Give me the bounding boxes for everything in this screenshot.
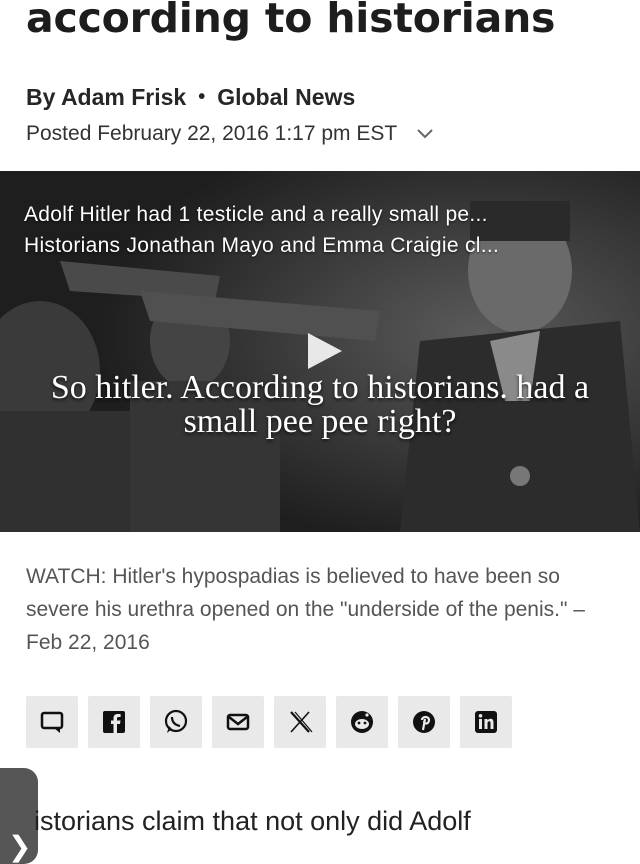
side-drawer-tab[interactable]: ❯	[0, 768, 38, 864]
video-player[interactable]: Adolf Hitler had 1 testicle and a really…	[0, 171, 640, 532]
share-facebook-button[interactable]	[88, 696, 140, 748]
share-email-button[interactable]	[212, 696, 264, 748]
source-link[interactable]: Global News	[217, 84, 355, 111]
headline: according to historians	[26, 0, 556, 42]
video-caption-overlay: So hitler. According to historians. had …	[50, 369, 590, 440]
chevron-right-icon: ❯	[8, 830, 32, 863]
reddit-icon	[351, 711, 373, 733]
share-reddit-button[interactable]	[336, 696, 388, 748]
article-body-first-line: istorians claim that not only did Adolf	[34, 806, 471, 836]
share-linkedin-button[interactable]	[460, 696, 512, 748]
pinterest-icon	[413, 711, 435, 733]
comment-icon	[40, 711, 64, 733]
video-title[interactable]: Adolf Hitler had 1 testicle and a really…	[24, 199, 622, 261]
video-caption: WATCH: Hitler's hypospadias is believed …	[26, 565, 585, 654]
video-title-line-1: Adolf Hitler had 1 testicle and a really…	[24, 203, 488, 226]
play-icon[interactable]	[304, 331, 344, 371]
chevron-down-icon[interactable]	[415, 124, 435, 144]
share-whatsapp-button[interactable]	[150, 696, 202, 748]
x-icon	[290, 711, 313, 733]
share-bar	[26, 696, 512, 748]
byline-separator: •	[198, 86, 206, 108]
linkedin-icon	[475, 711, 497, 733]
author-link[interactable]: By Adam Frisk	[26, 84, 186, 111]
comment-button[interactable]	[26, 696, 78, 748]
facebook-icon	[103, 711, 125, 733]
posted-text: Posted February 22, 2016 1:17 pm EST	[26, 122, 398, 145]
whatsapp-icon	[164, 709, 188, 733]
posted-date: Posted February 22, 2016 1:17 pm EST	[26, 122, 435, 146]
share-x-button[interactable]	[274, 696, 326, 748]
video-title-line-2: Historians Jonathan Mayo and Emma Craigi…	[24, 234, 500, 257]
email-icon	[226, 713, 250, 731]
byline: By Adam Frisk • Global News	[26, 84, 355, 111]
share-pinterest-button[interactable]	[398, 696, 450, 748]
